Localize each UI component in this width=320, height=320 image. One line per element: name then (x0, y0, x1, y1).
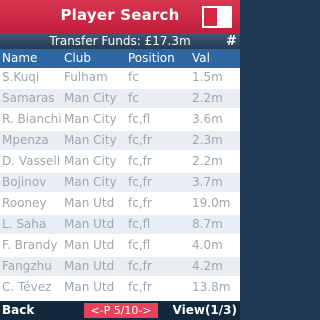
player-position: fc (128, 70, 139, 84)
table-header: Name Club Position Val (0, 49, 240, 68)
player-club: Man Utd (64, 280, 115, 294)
player-position: fc,fr (128, 280, 152, 294)
player-club: Man City (64, 91, 117, 105)
player-value: 8.7m (192, 217, 223, 231)
player-position: fc,fr (128, 175, 152, 189)
player-value: 19.0m (192, 196, 231, 210)
table-row[interactable]: Fangzhu Man Utd fc,fr 4.2m (0, 257, 240, 276)
player-position: fc,fr (128, 259, 152, 273)
player-value: 13.8m (192, 280, 231, 294)
player-value: 2.3m (192, 133, 223, 147)
player-club: Man Utd (64, 238, 115, 252)
column-header-name[interactable]: Name (2, 49, 37, 68)
player-value: 1.5m (192, 70, 223, 84)
player-name: Samaras (2, 91, 55, 105)
player-value: 4.0m (192, 238, 223, 252)
table-row[interactable]: F. Brandy Man Utd fc,fl 4.0m (0, 236, 240, 255)
player-value: 3.7m (192, 175, 223, 189)
player-club: Fulham (64, 70, 108, 84)
player-position: fc,fr (128, 133, 152, 147)
player-club: Man Utd (64, 196, 115, 210)
player-name: S.Kuqi (2, 70, 40, 84)
flag-icon (202, 6, 232, 28)
back-button[interactable]: Back (2, 301, 34, 320)
table-row[interactable]: L. Saha Man Utd fc,fl 8.7m (0, 215, 240, 234)
player-name: D. Vassell (2, 154, 61, 168)
table-row[interactable]: Samaras Man City fc 2.2m (0, 89, 240, 108)
player-value: 3.6m (192, 112, 223, 126)
player-name: Mpenza (2, 133, 49, 147)
player-name: C. Tévez (2, 280, 52, 294)
player-value: 2.2m (192, 91, 223, 105)
page-selector[interactable]: <-P 5/10-> (84, 303, 158, 318)
player-name: Fangzhu (2, 259, 52, 273)
softkey-bar: Back <-P 5/10-> View(1/3) (0, 301, 240, 320)
title-bar: Player Search (0, 0, 240, 34)
player-position: fc,fr (128, 154, 152, 168)
funds-bar: Transfer Funds: £17.3m # (0, 34, 240, 49)
hash-icon[interactable]: # (226, 34, 237, 49)
player-club: Man City (64, 175, 117, 189)
player-club: Man Utd (64, 259, 115, 273)
player-position: fc,fr (128, 196, 152, 210)
player-position: fc,fl (128, 217, 151, 231)
player-position: fc,fl (128, 238, 151, 252)
player-name: L. Saha (2, 217, 47, 231)
table-row[interactable]: Bojinov Man City fc,fr 3.7m (0, 173, 240, 192)
table-row[interactable]: C. Tévez Man Utd fc,fr 13.8m (0, 278, 240, 297)
player-position: fc,fl (128, 112, 151, 126)
table-row[interactable]: D. Vassell Man City fc,fr 2.2m (0, 152, 240, 171)
player-position: fc (128, 91, 139, 105)
column-header-club[interactable]: Club (64, 49, 91, 68)
view-button[interactable]: View(1/3) (173, 301, 237, 320)
player-club: Man Utd (64, 217, 115, 231)
table-row[interactable]: R. Bianchi Man City fc,fl 3.6m (0, 110, 240, 129)
player-club: Man City (64, 154, 117, 168)
column-header-value[interactable]: Val (192, 49, 210, 68)
player-name: Rooney (2, 196, 47, 210)
player-club: Man City (64, 112, 117, 126)
player-club: Man City (64, 133, 117, 147)
transfer-funds: Transfer Funds: £17.3m (49, 34, 191, 48)
table-row[interactable]: S.Kuqi Fulham fc 1.5m (0, 68, 240, 87)
player-value: 2.2m (192, 154, 223, 168)
player-name: F. Brandy (2, 238, 58, 252)
player-table: Name Club Position Val S.Kuqi Fulham fc 1.5… (0, 49, 240, 301)
player-value: 4.2m (192, 259, 223, 273)
column-header-position[interactable]: Position (128, 49, 175, 68)
player-name: R. Bianchi (2, 112, 62, 126)
player-name: Bojinov (2, 175, 47, 189)
table-row[interactable]: Rooney Man Utd fc,fr 19.0m (0, 194, 240, 213)
table-row[interactable]: Mpenza Man City fc,fr 2.3m (0, 131, 240, 150)
